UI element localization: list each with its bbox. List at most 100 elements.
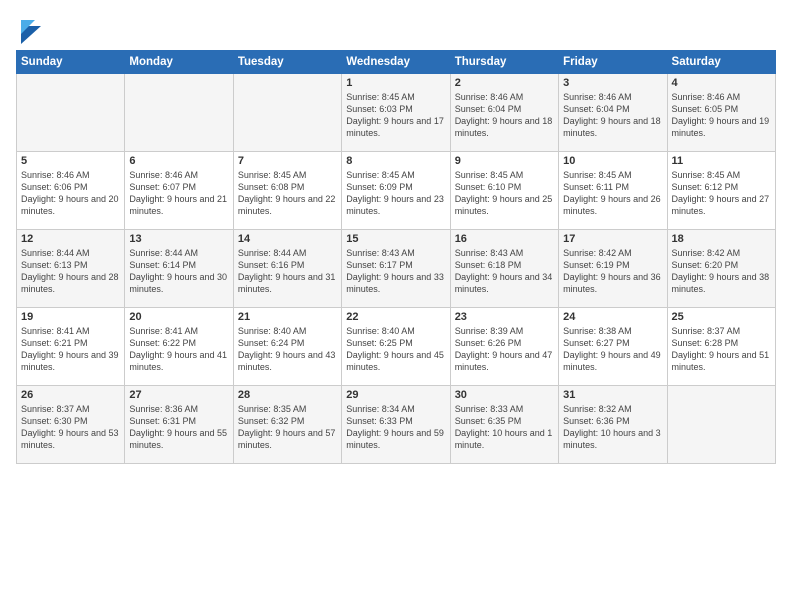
day-number: 22 [346,311,445,323]
calendar-cell: 29 Sunrise: 8:34 AM Sunset: 6:33 PM Dayli… [342,386,450,464]
calendar-cell: 12 Sunrise: 8:44 AM Sunset: 6:13 PM Dayli… [17,230,125,308]
day-number: 9 [455,155,554,167]
day-number: 8 [346,155,445,167]
header-cell-friday: Friday [559,51,667,74]
day-number: 13 [129,233,228,245]
day-info: Sunrise: 8:46 AM Sunset: 6:06 PM Dayligh… [21,169,120,218]
day-number: 10 [563,155,662,167]
day-info: Sunrise: 8:45 AM Sunset: 6:10 PM Dayligh… [455,169,554,218]
day-number: 2 [455,77,554,89]
day-info: Sunrise: 8:39 AM Sunset: 6:26 PM Dayligh… [455,325,554,374]
day-info: Sunrise: 8:40 AM Sunset: 6:25 PM Dayligh… [346,325,445,374]
day-number: 11 [672,155,771,167]
day-number: 25 [672,311,771,323]
day-number: 26 [21,389,120,401]
day-number: 21 [238,311,337,323]
day-info: Sunrise: 8:46 AM Sunset: 6:07 PM Dayligh… [129,169,228,218]
calendar-cell: 16 Sunrise: 8:43 AM Sunset: 6:18 PM Dayli… [450,230,558,308]
day-info: Sunrise: 8:41 AM Sunset: 6:22 PM Dayligh… [129,325,228,374]
calendar-cell: 24 Sunrise: 8:38 AM Sunset: 6:27 PM Dayli… [559,308,667,386]
calendar-cell: 14Sunrise: 8:44 AM Sunset: 6:16 PM Dayli… [233,230,341,308]
calendar-cell [667,386,775,464]
day-number: 20 [129,311,228,323]
day-number: 1 [346,77,445,89]
day-number: 5 [21,155,120,167]
calendar-cell: 25 Sunrise: 8:37 AM Sunset: 6:28 PM Dayli… [667,308,775,386]
calendar-cell: 13 Sunrise: 8:44 AM Sunset: 6:14 PM Dayli… [125,230,233,308]
calendar-week-row: 5 Sunrise: 8:46 AM Sunset: 6:06 PM Daylig… [17,152,776,230]
day-info: Sunrise: 8:42 AM Sunset: 6:20 PM Dayligh… [672,247,771,296]
calendar-cell: 22 Sunrise: 8:40 AM Sunset: 6:25 PM Dayli… [342,308,450,386]
calendar-cell: 7Sunrise: 8:45 AM Sunset: 6:08 PM Daylig… [233,152,341,230]
calendar-cell: 19 Sunrise: 8:41 AM Sunset: 6:21 PM Dayli… [17,308,125,386]
calendar-cell: 1Sunrise: 8:45 AM Sunset: 6:03 PM Daylig… [342,74,450,152]
day-number: 12 [21,233,120,245]
day-info: Sunrise: 8:44 AM Sunset: 6:14 PM Dayligh… [129,247,228,296]
calendar-cell: 6 Sunrise: 8:46 AM Sunset: 6:07 PM Daylig… [125,152,233,230]
logo-icon [19,16,41,44]
calendar-cell: 10 Sunrise: 8:45 AM Sunset: 6:11 PM Dayli… [559,152,667,230]
day-number: 29 [346,389,445,401]
calendar-cell: 4 Sunrise: 8:46 AM Sunset: 6:05 PM Daylig… [667,74,775,152]
header [16,12,776,44]
calendar-cell: 26 Sunrise: 8:37 AM Sunset: 6:30 PM Dayli… [17,386,125,464]
calendar-week-row: 1Sunrise: 8:45 AM Sunset: 6:03 PM Daylig… [17,74,776,152]
day-number: 3 [563,77,662,89]
day-number: 17 [563,233,662,245]
header-cell-sunday: Sunday [17,51,125,74]
calendar-cell: 8 Sunrise: 8:45 AM Sunset: 6:09 PM Daylig… [342,152,450,230]
day-number: 6 [129,155,228,167]
calendar-cell: 27Sunrise: 8:36 AM Sunset: 6:31 PM Dayli… [125,386,233,464]
day-number: 15 [346,233,445,245]
day-info: Sunrise: 8:38 AM Sunset: 6:27 PM Dayligh… [563,325,662,374]
day-info: Sunrise: 8:41 AM Sunset: 6:21 PM Dayligh… [21,325,120,374]
day-info: Sunrise: 8:45 AM Sunset: 6:09 PM Dayligh… [346,169,445,218]
calendar-cell [233,74,341,152]
day-info: Sunrise: 8:44 AM Sunset: 6:13 PM Dayligh… [21,247,120,296]
day-info: Sunrise: 8:34 AM Sunset: 6:33 PM Dayligh… [346,403,445,452]
day-info: Sunrise: 8:45 AM Sunset: 6:12 PM Dayligh… [672,169,771,218]
day-info: Sunrise: 8:45 AM Sunset: 6:08 PM Dayligh… [238,169,337,218]
calendar-cell: 30Sunrise: 8:33 AM Sunset: 6:35 PM Dayli… [450,386,558,464]
day-info: Sunrise: 8:37 AM Sunset: 6:28 PM Dayligh… [672,325,771,374]
day-number: 19 [21,311,120,323]
calendar-cell: 15 Sunrise: 8:43 AM Sunset: 6:17 PM Dayli… [342,230,450,308]
calendar-cell: 3Sunrise: 8:46 AM Sunset: 6:04 PM Daylig… [559,74,667,152]
day-number: 18 [672,233,771,245]
day-info: Sunrise: 8:43 AM Sunset: 6:18 PM Dayligh… [455,247,554,296]
day-info: Sunrise: 8:43 AM Sunset: 6:17 PM Dayligh… [346,247,445,296]
day-info: Sunrise: 8:36 AM Sunset: 6:31 PM Dayligh… [129,403,228,452]
day-info: Sunrise: 8:40 AM Sunset: 6:24 PM Dayligh… [238,325,337,374]
calendar-cell: 17Sunrise: 8:42 AM Sunset: 6:19 PM Dayli… [559,230,667,308]
page: SundayMondayTuesdayWednesdayThursdayFrid… [0,0,792,612]
calendar-cell: 21 Sunrise: 8:40 AM Sunset: 6:24 PM Dayli… [233,308,341,386]
calendar-cell: 5 Sunrise: 8:46 AM Sunset: 6:06 PM Daylig… [17,152,125,230]
day-number: 31 [563,389,662,401]
day-number: 30 [455,389,554,401]
calendar-table: SundayMondayTuesdayWednesdayThursdayFrid… [16,50,776,464]
day-info: Sunrise: 8:46 AM Sunset: 6:05 PM Dayligh… [672,91,771,140]
calendar-cell: 31 Sunrise: 8:32 AM Sunset: 6:36 PM Dayli… [559,386,667,464]
day-info: Sunrise: 8:46 AM Sunset: 6:04 PM Dayligh… [455,91,554,140]
day-info: Sunrise: 8:32 AM Sunset: 6:36 PM Dayligh… [563,403,662,452]
day-number: 4 [672,77,771,89]
day-number: 14 [238,233,337,245]
day-number: 16 [455,233,554,245]
header-cell-saturday: Saturday [667,51,775,74]
calendar-cell: 23Sunrise: 8:39 AM Sunset: 6:26 PM Dayli… [450,308,558,386]
day-info: Sunrise: 8:45 AM Sunset: 6:11 PM Dayligh… [563,169,662,218]
day-info: Sunrise: 8:37 AM Sunset: 6:30 PM Dayligh… [21,403,120,452]
calendar-cell: 2 Sunrise: 8:46 AM Sunset: 6:04 PM Daylig… [450,74,558,152]
header-row: SundayMondayTuesdayWednesdayThursdayFrid… [17,51,776,74]
calendar-cell: 18 Sunrise: 8:42 AM Sunset: 6:20 PM Dayli… [667,230,775,308]
day-info: Sunrise: 8:35 AM Sunset: 6:32 PM Dayligh… [238,403,337,452]
calendar-cell: 20 Sunrise: 8:41 AM Sunset: 6:22 PM Dayli… [125,308,233,386]
header-cell-thursday: Thursday [450,51,558,74]
header-cell-tuesday: Tuesday [233,51,341,74]
calendar-week-row: 19 Sunrise: 8:41 AM Sunset: 6:21 PM Dayli… [17,308,776,386]
calendar-week-row: 12 Sunrise: 8:44 AM Sunset: 6:13 PM Dayli… [17,230,776,308]
day-number: 24 [563,311,662,323]
logo [16,16,41,44]
header-cell-wednesday: Wednesday [342,51,450,74]
calendar-cell [17,74,125,152]
